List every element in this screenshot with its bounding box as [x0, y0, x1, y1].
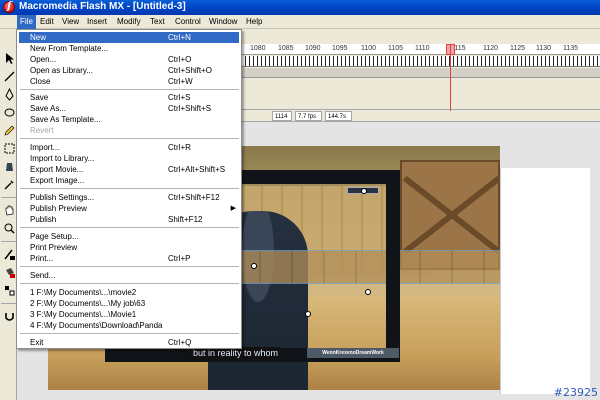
- oval-tool-icon[interactable]: [2, 105, 15, 118]
- menu-text[interactable]: Text: [147, 15, 168, 29]
- file-menu-open[interactable]: Open... Ctrl+O: [19, 54, 239, 65]
- file-menu-import[interactable]: Import... Ctrl+R: [19, 142, 239, 153]
- keyframe-row[interactable]: [242, 56, 600, 67]
- file-menu-dropdown: New Ctrl+N New From Template... Open... Ct…: [16, 29, 242, 349]
- menu-separator: [20, 188, 239, 189]
- recent-file-2[interactable]: 2 F:\My Documents\...\My job\63: [19, 298, 239, 309]
- tools-panel: [0, 29, 17, 400]
- transform-handle[interactable]: [365, 289, 371, 295]
- recent-file-4[interactable]: 4 F:\My Documents\Download\Panda: [19, 320, 239, 331]
- transform-handle[interactable]: [305, 311, 311, 317]
- ruler-tick: 1095: [332, 45, 348, 52]
- file-menu-new[interactable]: New Ctrl+N: [19, 32, 239, 43]
- menu-separator: [20, 333, 239, 334]
- eyedropper-icon[interactable]: [2, 177, 15, 190]
- recent-file-1[interactable]: 1 F:\My Documents\...\movie2: [19, 287, 239, 298]
- menu-separator: [20, 89, 239, 90]
- file-menu-send[interactable]: Send...: [19, 270, 239, 281]
- file-menu-exit[interactable]: Exit Ctrl+Q: [19, 337, 239, 348]
- ruler-tick: 1105: [388, 45, 404, 52]
- ruler-tick: 1080: [250, 45, 266, 52]
- file-menu-revert: Revert: [30, 126, 54, 135]
- stroke-color-icon[interactable]: [2, 247, 15, 260]
- file-menu-publish[interactable]: Publish Shift+F12: [19, 214, 239, 225]
- file-menu-page-setup[interactable]: Page Setup...: [19, 231, 239, 242]
- file-menu-export-image[interactable]: Export Image...: [19, 175, 239, 186]
- swap-colors-icon[interactable]: [2, 283, 15, 296]
- ruler-tick: 1120: [483, 45, 499, 52]
- timeline-status-bar: 1114 7.7 fps 144.7s: [242, 109, 600, 121]
- menu-file[interactable]: File: [17, 15, 36, 29]
- title-bar: Macromedia Flash MX - [Untitled-3]: [0, 0, 600, 15]
- menu-help[interactable]: Help: [243, 15, 265, 29]
- menu-edit[interactable]: Edit: [37, 15, 57, 29]
- ruler-tick: 1125: [510, 45, 526, 52]
- menu-window[interactable]: Window: [206, 15, 240, 29]
- window-title: Macromedia Flash MX - [Untitled-3]: [19, 1, 186, 12]
- flash-app-icon[interactable]: [3, 1, 15, 13]
- frame-rate: 7.7 fps: [295, 111, 322, 121]
- menu-control[interactable]: Control: [172, 15, 204, 29]
- file-menu-print[interactable]: Print... Ctrl+P: [19, 253, 239, 264]
- file-menu-publish-settings[interactable]: Publish Settings... Ctrl+Shift+F12: [19, 192, 239, 203]
- playhead-line: [450, 44, 451, 111]
- tools-divider: [1, 241, 16, 242]
- file-menu-import-to-library[interactable]: Import to Library...: [19, 153, 239, 164]
- menu-insert[interactable]: Insert: [84, 15, 110, 29]
- ruler-tick: 1130: [536, 45, 552, 52]
- pen-tool-icon[interactable]: [2, 87, 15, 101]
- menu-separator: [20, 266, 239, 267]
- file-menu-new-from-template[interactable]: New From Template...: [19, 43, 239, 54]
- fill-color-icon[interactable]: [2, 265, 15, 278]
- elapsed-time: 144.7s: [325, 111, 352, 121]
- ruler-tick: 1110: [415, 45, 430, 52]
- watermark-logo: WennKrexenoDreamWork: [307, 348, 399, 358]
- menu-separator: [20, 227, 239, 228]
- current-frame: 1114: [272, 111, 292, 121]
- image-id-badge: #23925: [553, 386, 598, 399]
- ruler-tick: 1085: [278, 45, 294, 52]
- recent-file-3[interactable]: 3 F:\My Documents\...\Movie1: [19, 309, 239, 320]
- transform-handle[interactable]: [251, 263, 257, 269]
- transform-handle[interactable]: [361, 188, 367, 194]
- file-menu-save-as[interactable]: Save As... Ctrl+Shift+S: [19, 103, 239, 114]
- pencil-tool-icon[interactable]: [2, 123, 15, 136]
- file-menu-close[interactable]: Close Ctrl+W: [19, 76, 239, 87]
- ruler-tick: 1135: [563, 45, 579, 52]
- empty-layer-row[interactable]: [242, 68, 600, 78]
- file-menu-open-as-library[interactable]: Open as Library... Ctrl+Shift+O: [19, 65, 239, 76]
- zoom-tool-icon[interactable]: [2, 221, 15, 234]
- tools-divider: [1, 197, 16, 198]
- frame-ruler[interactable]: 1080 1085 1090 1095 1100 1105 1110 1115 …: [242, 44, 600, 55]
- ruler-tick: 1100: [361, 45, 377, 52]
- tools-divider: [1, 303, 16, 304]
- file-menu-save[interactable]: Save Ctrl+S: [19, 92, 239, 103]
- menu-separator: [20, 138, 239, 139]
- menu-separator: [20, 283, 239, 284]
- file-menu-save-as-template[interactable]: Save As Template...: [19, 114, 239, 125]
- hand-tool-icon[interactable]: [2, 203, 15, 216]
- offstage-area: [500, 168, 590, 394]
- submenu-arrow-icon: ▶: [230, 205, 236, 212]
- transform-tool-icon[interactable]: [2, 141, 15, 154]
- arrow-tool-icon[interactable]: [2, 51, 15, 64]
- line-tool-icon[interactable]: [2, 69, 15, 82]
- menu-modify[interactable]: Modify: [114, 15, 144, 29]
- menu-view[interactable]: View: [59, 15, 82, 29]
- file-menu-print-preview[interactable]: Print Preview: [19, 242, 239, 253]
- file-menu-publish-preview[interactable]: Publish Preview ▶: [19, 203, 239, 214]
- ruler-tick: 1090: [305, 45, 321, 52]
- menu-bar: File Edit View Insert Modify Text Contro…: [0, 15, 600, 29]
- file-menu-export-movie[interactable]: Export Movie... Ctrl+Alt+Shift+S: [19, 164, 239, 175]
- ink-bottle-icon[interactable]: [2, 159, 15, 172]
- snap-magnet-icon[interactable]: [2, 309, 15, 322]
